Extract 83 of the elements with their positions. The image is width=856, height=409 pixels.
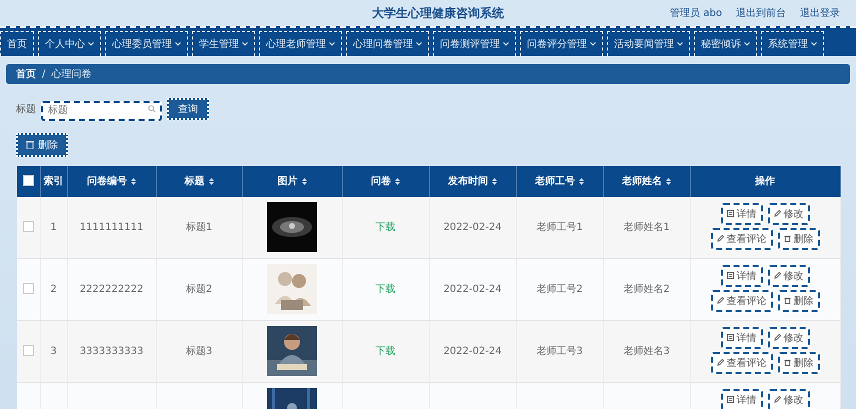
action-button[interactable]: 详情	[720, 264, 762, 286]
table-cell: 2	[50, 284, 57, 294]
breadcrumb-item[interactable]: 首页	[16, 67, 36, 81]
table-cell: 标题3	[186, 346, 212, 357]
user-name: 管理员 abo	[670, 7, 722, 20]
row-checkbox[interactable]	[22, 221, 34, 232]
row-checkbox[interactable]	[22, 283, 34, 294]
table-cell: 3333333333	[80, 346, 144, 356]
pencil-icon	[774, 334, 780, 341]
nav-item[interactable]: 系统管理	[761, 31, 824, 56]
document-icon	[726, 396, 734, 403]
nav-item[interactable]: 秘密倾诉	[694, 31, 757, 56]
nav-item[interactable]: 心理老师管理	[259, 31, 342, 56]
pencil-icon	[774, 210, 780, 217]
table-cell: 老师姓名1	[623, 222, 670, 233]
action-button[interactable]: 查看评论	[710, 228, 772, 250]
column-header: 索引	[40, 166, 67, 196]
column-header[interactable]: 问卷编号	[67, 166, 156, 196]
table-cell: 1111111111	[80, 222, 144, 232]
document-icon	[726, 334, 734, 341]
table-cell: 2022-02-24	[443, 284, 502, 294]
table-cell: 2222222222	[80, 284, 144, 294]
site-title: 大学生心理健康咨询系统	[372, 4, 504, 22]
search-field[interactable]: 标题	[41, 100, 162, 120]
trash-icon	[784, 297, 790, 304]
nav-item[interactable]: 学生管理	[192, 31, 255, 56]
column-header: 操作	[690, 166, 840, 196]
nav-item[interactable]: 个人中心	[38, 31, 101, 56]
header-link[interactable]: 退出到前台	[736, 6, 786, 20]
delete-button[interactable]: 删除	[16, 132, 68, 156]
table-cell: 老师工号2	[536, 284, 583, 295]
action-button[interactable]: 查看评论	[710, 352, 772, 374]
table-cell: 标题2	[186, 284, 212, 295]
trash-icon	[784, 235, 790, 242]
document-icon	[726, 210, 734, 217]
breadcrumb-item: /	[42, 68, 46, 80]
breadcrumb-item: 心理问卷	[51, 68, 92, 81]
action-button[interactable]: 修改	[768, 202, 810, 224]
nav-item[interactable]: 首页	[0, 31, 34, 56]
table-cell: 老师姓名3	[623, 346, 670, 357]
column-header[interactable]: 标题	[156, 166, 242, 196]
nav-item[interactable]: 活动要闻管理	[607, 31, 690, 56]
action-button[interactable]: 详情	[720, 202, 762, 224]
action-button[interactable]: 修改	[768, 388, 810, 409]
trash-icon	[26, 140, 34, 149]
trash-icon	[784, 359, 790, 366]
search-icon	[148, 105, 156, 113]
nav-item[interactable]: 问卷评分管理	[520, 31, 603, 56]
table-cell: 3	[50, 346, 57, 356]
table-cell: 老师工号3	[536, 346, 583, 357]
nav-item[interactable]: 问卷测评管理	[433, 31, 516, 56]
select-all-checkbox[interactable]	[22, 175, 34, 186]
column-header[interactable]: 老师工号	[516, 166, 603, 196]
action-button[interactable]: 删除	[778, 228, 820, 250]
document-icon	[726, 272, 734, 279]
table-cell: 1	[50, 222, 57, 232]
column-header[interactable]: 老师姓名	[603, 166, 690, 196]
search-button[interactable]: 查询	[167, 98, 209, 120]
action-button[interactable]: 详情	[720, 388, 762, 409]
column-header[interactable]: 图片	[242, 166, 342, 196]
pencil-icon	[774, 396, 780, 403]
nav-item[interactable]: 心理委员管理	[105, 31, 188, 56]
pencil-icon	[716, 359, 724, 366]
pencil-icon	[774, 272, 780, 279]
search-label: 标题	[16, 102, 36, 116]
column-header[interactable]: 发布时间	[429, 166, 516, 196]
action-button[interactable]: 删除	[778, 290, 820, 312]
table-cell: 老师工号1	[536, 222, 583, 233]
header-link[interactable]: 退出登录	[800, 6, 840, 20]
action-button[interactable]: 详情	[720, 326, 762, 348]
action-button[interactable]: 删除	[778, 352, 820, 374]
nav-item[interactable]: 心理问卷管理	[346, 31, 429, 56]
action-button[interactable]: 修改	[768, 326, 810, 348]
table-cell: 2022-02-24	[443, 346, 502, 356]
pencil-icon	[716, 297, 724, 304]
table-cell: 老师姓名2	[623, 284, 670, 295]
row-checkbox[interactable]	[22, 345, 34, 356]
pencil-icon	[716, 235, 724, 242]
column-header[interactable]: 问卷	[342, 166, 429, 196]
action-button[interactable]: 查看评论	[710, 290, 772, 312]
action-button[interactable]: 修改	[768, 264, 810, 286]
table-cell: 2022-02-24	[443, 222, 502, 232]
table-cell: 标题1	[186, 222, 212, 233]
